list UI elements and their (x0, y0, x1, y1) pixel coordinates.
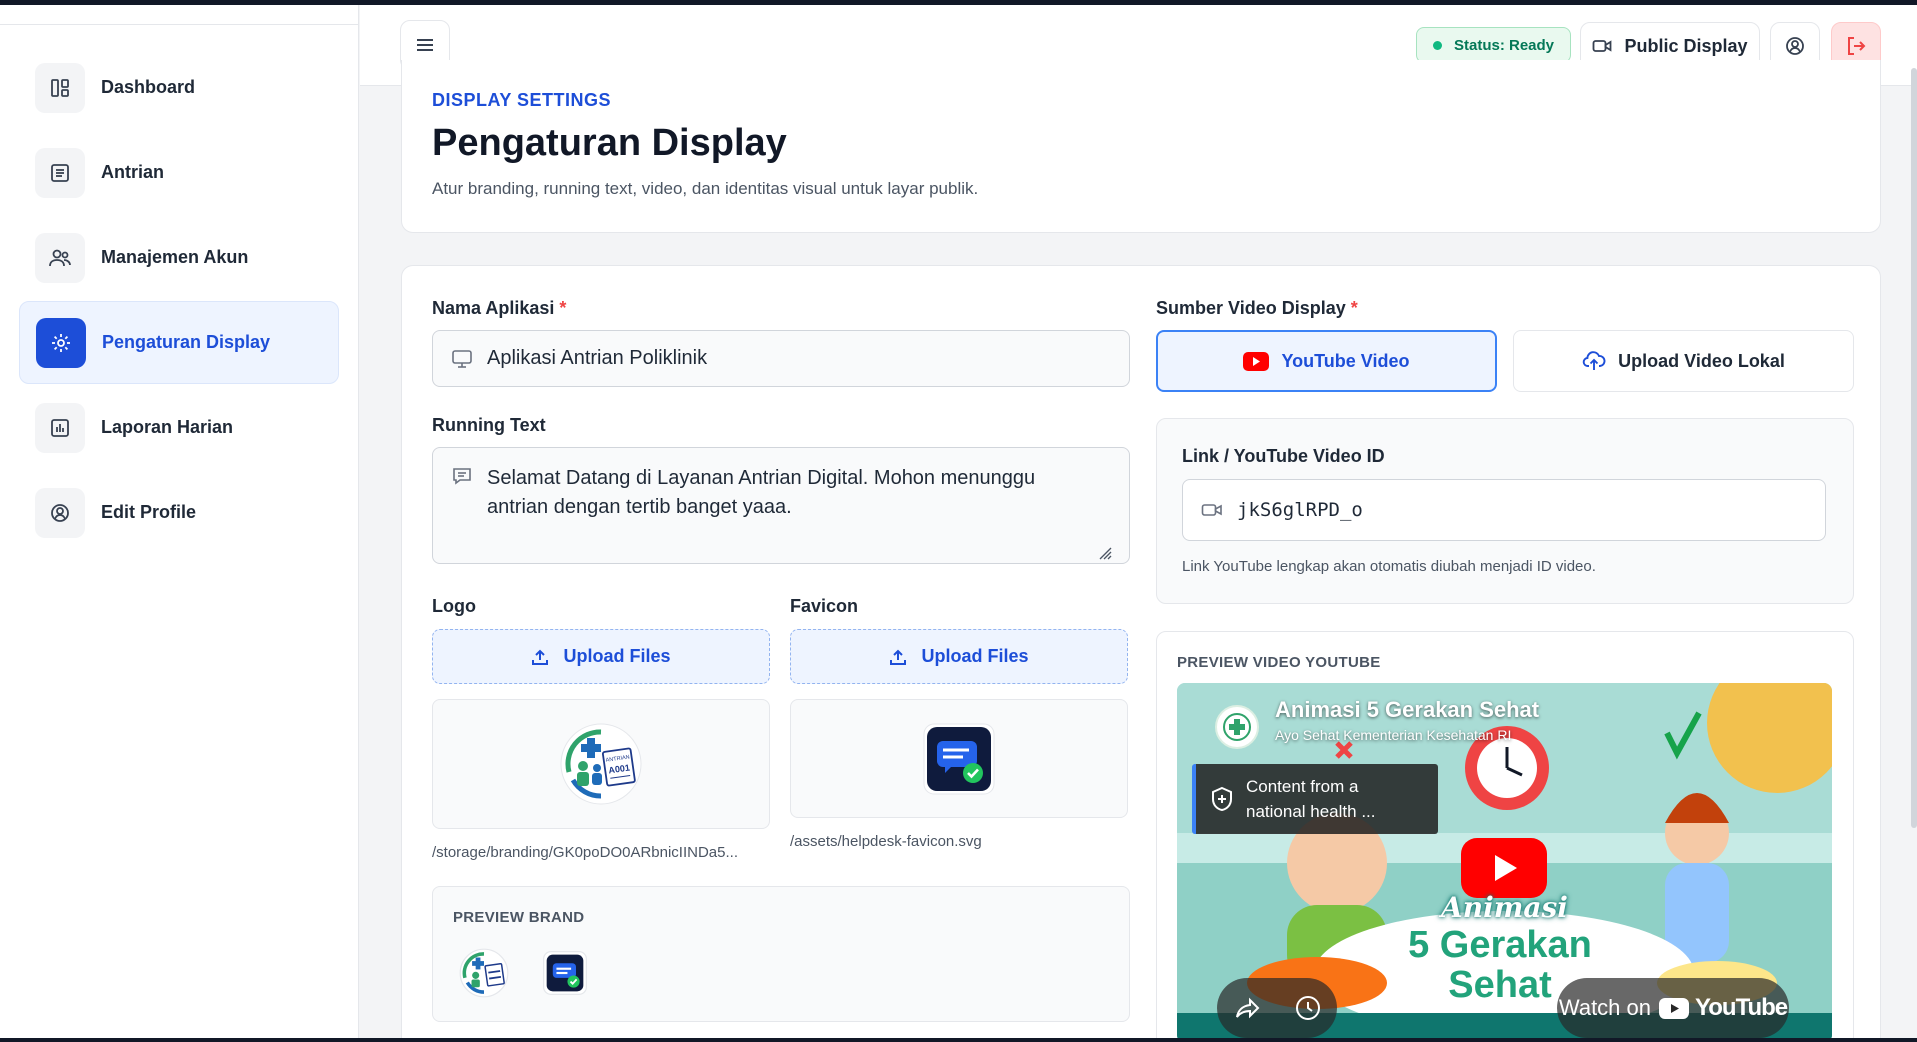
logo-preview: ANTRIAN A001 (432, 699, 770, 829)
share-watch-later-pill (1217, 978, 1337, 1038)
page-header-card: DISPLAY SETTINGS Pengaturan Display Atur… (401, 60, 1881, 233)
dashboard-icon (35, 62, 85, 113)
share-icon[interactable] (1235, 996, 1261, 1020)
message-icon (453, 468, 471, 485)
sidebar-item-label: Antrian (101, 162, 164, 182)
app-name-input[interactable]: Aplikasi Antrian Poliklinik (432, 330, 1130, 387)
favicon-path: /assets/helpdesk-favicon.svg (790, 833, 982, 850)
thumbnail-animasi-text: Animasi (1441, 891, 1568, 924)
status-badge: Status: Ready (1416, 27, 1572, 63)
logo-label: Logo (432, 596, 476, 616)
sidebar-item-dashboard[interactable]: Dashboard (19, 46, 339, 129)
youtube-link-label: Link / YouTube Video ID (1182, 446, 1385, 466)
bar-chart-icon (35, 402, 85, 453)
list-icon (35, 147, 85, 198)
youtube-source-button[interactable]: YouTube Video (1156, 330, 1497, 392)
user-circle-icon (35, 487, 85, 538)
brand-favicon-thumbnail (543, 951, 587, 995)
video-overlay-controls: Watch on YouTube (1217, 978, 1797, 1042)
channel-avatar[interactable] (1215, 705, 1259, 749)
brand-logo-thumbnail (459, 948, 509, 998)
page-subtitle: Atur branding, running text, video, dan … (432, 179, 979, 198)
watch-on-youtube-button[interactable]: Watch on YouTube (1557, 978, 1789, 1038)
youtube-link-input[interactable]: jkS6glRPD_o (1182, 479, 1826, 541)
status-label: Status: Ready (1454, 36, 1555, 54)
video-camera-icon (1201, 504, 1222, 516)
public-display-label: Public Display (1624, 35, 1748, 56)
sidebar-item-antrian[interactable]: Antrian (19, 131, 339, 214)
logout-icon (1848, 37, 1866, 55)
sidebar-item-laporan-harian[interactable]: Laporan Harian (19, 386, 339, 469)
youtube-link-box: Link / YouTube Video ID jkS6glRPD_o Link… (1156, 418, 1854, 604)
video-channel[interactable]: Ayo Sehat Kementerian Kesehatan RI (1275, 727, 1511, 743)
health-content-notice[interactable]: Content from a national health ... (1192, 764, 1438, 834)
app-name-label: Nama Aplikasi * (432, 298, 567, 318)
sun-icon (36, 317, 86, 368)
sidebar-nav: Dashboard Antrian Manajemen Akun Pengatu… (0, 46, 358, 554)
display-settings-form: Nama Aplikasi * Aplikasi Antrian Polikli… (401, 265, 1881, 1042)
youtube-embed-player[interactable]: Animasi 5 Gerakan Sehat Ayo Sehat Kement… (1177, 683, 1832, 1042)
sidebar-item-manajemen-akun[interactable]: Manajemen Akun (19, 216, 339, 299)
window-bottom-edge (0, 1038, 1917, 1042)
sidebar-item-pengaturan-display[interactable]: Pengaturan Display (19, 301, 339, 384)
page-title: Pengaturan Display (432, 122, 787, 164)
health-content-notice-text: Content from a national health ... (1246, 777, 1376, 821)
youtube-play-icon[interactable] (1461, 838, 1547, 898)
sidebar-item-label: Edit Profile (101, 502, 197, 522)
helpdesk-favicon-image (923, 723, 995, 794)
page-scrollbar[interactable] (1911, 68, 1917, 828)
upload-label: Upload Files (921, 646, 1029, 666)
upload-local-video-label: Upload Video Lokal (1618, 350, 1785, 371)
preview-brand-box: PREVIEW BRAND (432, 886, 1130, 1022)
youtube-link-value: jkS6glRPD_o (1237, 499, 1363, 521)
clinic-logo-image: ANTRIAN A001 (560, 723, 642, 805)
user-circle-icon (1786, 37, 1804, 55)
youtube-preview-card: PREVIEW VIDEO YOUTUBE Animasi 5 Gerakan … (1156, 631, 1854, 1042)
sidebar-item-label: Dashboard (101, 77, 196, 97)
resize-handle-icon[interactable] (1096, 544, 1112, 560)
sidebar-item-label: Manajemen Akun (101, 247, 249, 267)
sidebar-item-label: Laporan Harian (101, 417, 234, 437)
upload-label: Upload Files (563, 646, 671, 666)
app-name-value: Aplikasi Antrian Poliklinik (487, 347, 708, 369)
sidebar-brand-area (0, 5, 358, 25)
youtube-wordmark: YouTube (1695, 994, 1788, 1021)
status-dot-icon (1433, 40, 1442, 50)
youtube-logo-icon (1659, 997, 1690, 1019)
youtube-link-hint: Link YouTube lengkap akan otomatis diuba… (1182, 558, 1596, 575)
favicon-upload-button[interactable]: Upload Files (790, 629, 1128, 684)
upload-icon (890, 649, 907, 665)
cloud-upload-icon (1582, 351, 1606, 370)
upload-local-video-button[interactable]: Upload Video Lokal (1513, 330, 1854, 392)
sidebar-item-label: Pengaturan Display (102, 332, 271, 352)
video-title[interactable]: Animasi 5 Gerakan Sehat (1275, 697, 1539, 723)
youtube-source-label: YouTube Video (1281, 350, 1410, 371)
favicon-preview (790, 699, 1128, 818)
youtube-icon (1243, 351, 1270, 371)
hamburger-icon (417, 39, 433, 51)
preview-brand-label: PREVIEW BRAND (453, 909, 585, 926)
page-eyebrow: DISPLAY SETTINGS (432, 90, 612, 110)
upload-icon (532, 649, 549, 665)
shield-plus-icon (1212, 786, 1232, 812)
preview-video-label: PREVIEW VIDEO YOUTUBE (1177, 654, 1381, 671)
monitor-icon (452, 349, 472, 368)
watch-on-label: Watch on (1558, 995, 1652, 1020)
required-mark: * (1350, 298, 1358, 318)
running-text-textarea[interactable]: Selamat Datang di Layanan Antrian Digita… (432, 447, 1130, 564)
required-mark: * (559, 298, 567, 318)
clock-icon[interactable] (1295, 995, 1321, 1021)
sidebar-item-edit-profile[interactable]: Edit Profile (19, 471, 339, 554)
logo-path: /storage/branding/GK0poDO0ARbnicIINDa5..… (432, 844, 738, 861)
running-text-label: Running Text (432, 415, 546, 435)
running-text-value: Selamat Datang di Layanan Antrian Digita… (487, 467, 1036, 518)
video-source-label: Sumber Video Display * (1156, 298, 1358, 318)
video-camera-icon (1593, 40, 1612, 52)
favicon-label: Favicon (790, 596, 859, 616)
users-icon (35, 232, 85, 283)
logo-upload-button[interactable]: Upload Files (432, 629, 770, 684)
sidebar: Dashboard Antrian Manajemen Akun Pengatu… (0, 5, 359, 1038)
